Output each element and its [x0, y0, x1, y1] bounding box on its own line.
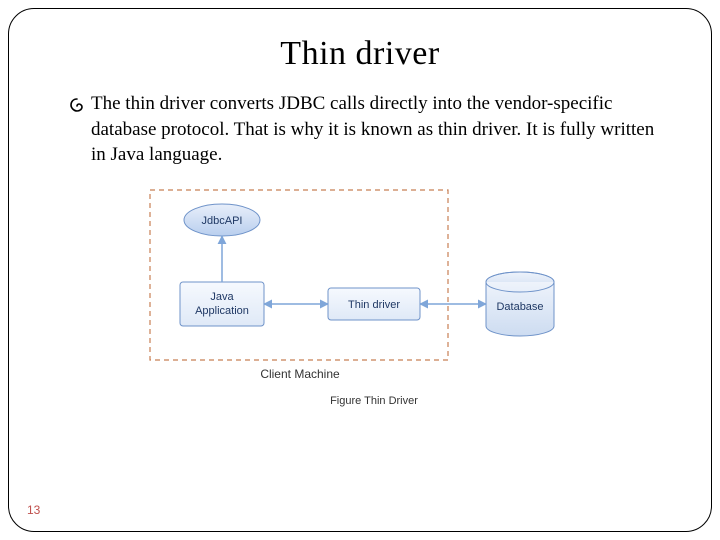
diagram-label-db: Database: [496, 301, 543, 313]
diagram-label-client: Client Machine: [260, 367, 340, 381]
page-number: 13: [27, 503, 40, 517]
thin-driver-diagram: JdbcAPI Java Application Thin driver Dat…: [49, 182, 671, 412]
diagram-label-app2: Application: [195, 305, 249, 317]
bullet-item: The thin driver converts JDBC calls dire…: [69, 91, 661, 168]
diagram-label-app1: Java: [210, 291, 234, 303]
bullet-swirl-icon: [69, 95, 85, 121]
bullet-text: The thin driver converts JDBC calls dire…: [91, 91, 661, 168]
slide-frame: Thin driver The thin driver converts JDB…: [8, 8, 712, 532]
diagram-label-thin: Thin driver: [348, 299, 400, 311]
slide-title: Thin driver: [49, 35, 671, 73]
diagram-label-jdbc: JdbcAPI: [202, 215, 243, 227]
figure-caption: Figure Thin Driver: [330, 395, 418, 407]
